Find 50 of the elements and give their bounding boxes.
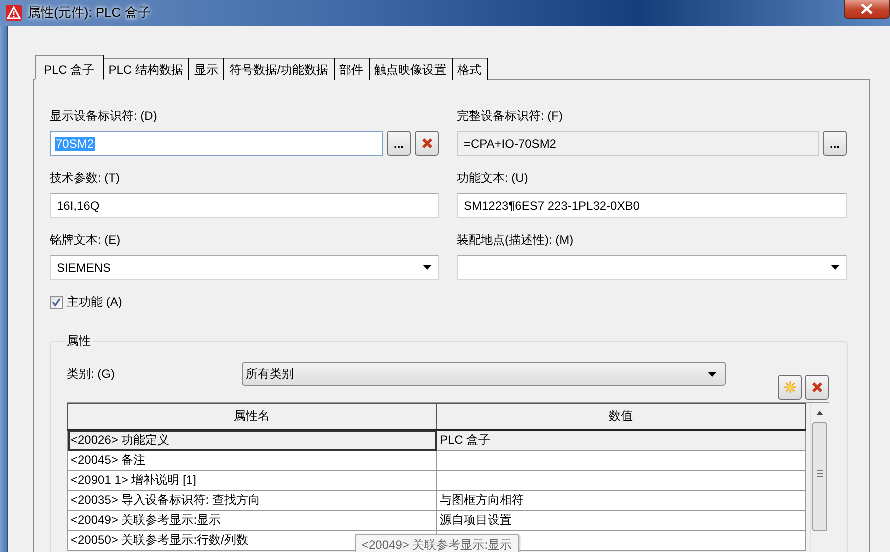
field-label: 完整设备标识符: (F) [457, 108, 564, 125]
new-button[interactable] [778, 375, 802, 400]
field-label: 铭牌文本: (E) [50, 232, 122, 249]
tab[interactable]: PLC 结构数据 [104, 58, 190, 80]
delete-icon [812, 382, 822, 393]
group-title: 属性 [66, 333, 92, 350]
input-field[interactable]: SM1223¶6ES7 223-1PL32-0XB0 [457, 193, 847, 218]
sparkle-icon [784, 381, 796, 394]
browse-button[interactable]: ... [823, 131, 847, 156]
field-label: 功能文本: (U) [457, 170, 530, 187]
category-label: 类别: (G) [67, 366, 116, 382]
table-cell[interactable]: <20035> 导入设备标识符: 查找方向 [68, 490, 436, 510]
column-header[interactable]: 属性名 [68, 404, 436, 430]
caret-icon [708, 372, 717, 376]
column-header[interactable]: 数值 [436, 404, 806, 430]
table-cell[interactable]: PLC 盒子 [436, 430, 806, 450]
checkbox-label: 主功能 (A) [67, 294, 122, 311]
close-button[interactable] [844, 0, 890, 19]
browse-button[interactable]: ... [387, 131, 411, 156]
dropdown-field[interactable] [457, 255, 847, 280]
checkbox[interactable] [50, 296, 63, 309]
field-label: 显示设备标识符: (D) [50, 108, 158, 125]
close-icon [861, 4, 873, 14]
tab[interactable]: PLC 盒子 [35, 55, 104, 80]
delete-button[interactable] [805, 375, 829, 400]
dropdown-field[interactable]: SIEMENS [50, 255, 439, 280]
tooltip: <20049> 关联参考显示:显示 [355, 534, 520, 552]
clear-button[interactable] [415, 131, 439, 156]
caret-icon [423, 265, 432, 270]
table-cell[interactable]: <20045> 备注 [68, 450, 436, 470]
table-cell[interactable]: 与图框方向相符 [436, 490, 806, 510]
window-title: 属性(元件): PLC 盒子 [28, 4, 151, 22]
input-field[interactable]: 16I,16Q [50, 193, 439, 218]
warning-icon [6, 5, 22, 21]
table-cell[interactable]: <20901 1> 增补说明 [1] [68, 470, 436, 490]
input-field[interactable]: =CPA+IO-70SM2 [457, 131, 819, 156]
field-label: 装配地点(描述性): (M) [457, 232, 575, 249]
delete-icon [422, 138, 432, 149]
table-cell[interactable]: <20049> 关联参考显示:显示 [68, 510, 436, 530]
tab[interactable]: 部件 [334, 58, 370, 80]
category-dropdown[interactable]: 所有类别 [242, 362, 726, 386]
scrollbar[interactable] [810, 403, 829, 551]
tab[interactable]: 显示 [189, 58, 224, 80]
caret-icon [831, 265, 840, 270]
tab[interactable]: 符号数据/功能数据 [224, 58, 335, 80]
table-cell[interactable]: 源自项目设置 [436, 510, 806, 530]
field-label: 技术参数: (T) [50, 170, 121, 187]
table-cell[interactable]: <20026> 功能定义 [68, 430, 436, 450]
tab[interactable]: 触点映像设置 [370, 58, 453, 80]
tab[interactable]: 格式 [452, 58, 488, 80]
